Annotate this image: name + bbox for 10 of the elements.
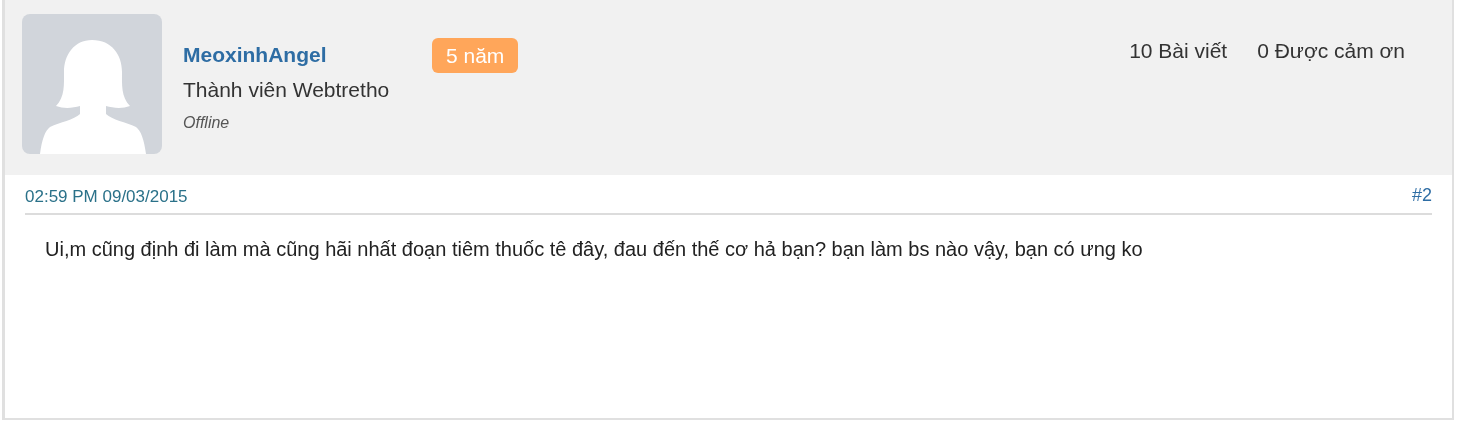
online-status: Offline xyxy=(183,113,231,133)
post-body: Ui,m cũng định đi làm mà cũng hãi nhất đoạn tiêm thuốc tê đây, đau đến thế cơ hả bạn? bạn làm bs nào vậy, bạn có ưng ko xyxy=(44,237,1144,262)
post-number-link[interactable]: #2 xyxy=(1411,182,1432,209)
username-link[interactable]: MeoxinhAngel xyxy=(183,38,432,72)
membership-badge: 5 năm xyxy=(432,38,519,73)
stat-label: 0 Được cảm ơn xyxy=(1257,38,1405,64)
avatar-icon xyxy=(22,14,162,154)
member-rank: Thành viên Webtretho xyxy=(183,77,391,103)
stat-label: 10 Bài viết xyxy=(1129,38,1228,64)
post-date: 02:59 PM 09/03/2015 xyxy=(25,185,188,208)
